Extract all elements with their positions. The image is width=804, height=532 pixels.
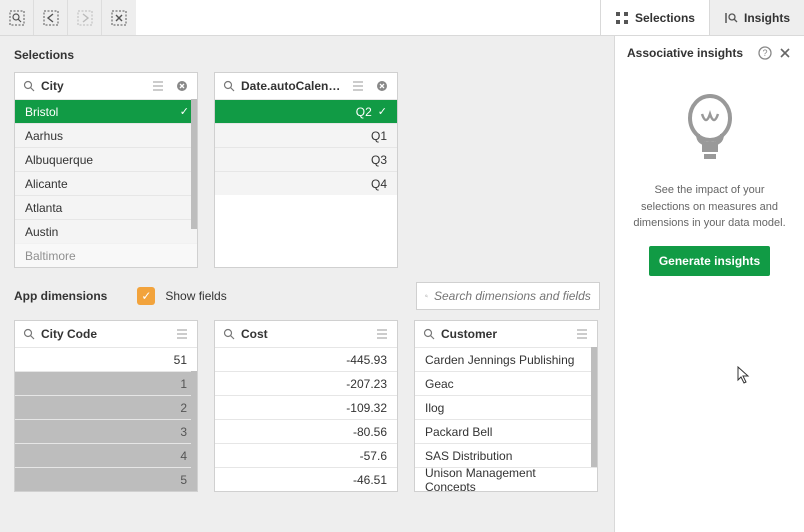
- top-tabs: Selections Insights: [600, 0, 804, 35]
- dim-tile-cost: Cost -445.93 -207.23 -109.32 -80.56 -57.…: [214, 320, 398, 492]
- clear-field-icon[interactable]: [375, 79, 389, 93]
- list-item[interactable]: -57.6: [215, 443, 397, 467]
- selections-heading: Selections: [14, 48, 600, 62]
- dimension-search-input[interactable]: [434, 289, 591, 303]
- list-item[interactable]: Q3: [215, 147, 397, 171]
- list-item[interactable]: Austin: [15, 219, 197, 243]
- tile-title: City Code: [41, 327, 165, 341]
- tab-selections[interactable]: Selections: [600, 0, 709, 35]
- list-item[interactable]: Q4: [215, 171, 397, 195]
- dim-tile-city-code: City Code 51 1 2 3 4 5: [14, 320, 198, 492]
- tile-title: Date.autoCalendar....: [241, 79, 341, 93]
- app-dimensions-bar: App dimensions ✓ Show fields: [14, 282, 600, 310]
- tile-list: Q2✓ Q1 Q3 Q4: [215, 99, 397, 195]
- clear-field-icon[interactable]: [175, 79, 189, 93]
- list-item[interactable]: -46.51: [215, 467, 397, 491]
- insights-icon: [724, 11, 738, 25]
- list-item[interactable]: Geac: [415, 371, 597, 395]
- list-item[interactable]: Albuquerque: [15, 147, 197, 171]
- tile-list: Bristol✓ Aarhus Albuquerque Alicante Atl…: [15, 99, 197, 267]
- insights-panel-title: Associative insights: [627, 46, 752, 60]
- help-icon[interactable]: ?: [758, 46, 772, 60]
- list-item[interactable]: -445.93: [215, 347, 397, 371]
- show-fields-checkbox[interactable]: ✓: [137, 287, 155, 305]
- tile-title: Cost: [241, 327, 365, 341]
- search-icon: [425, 290, 428, 302]
- list-item[interactable]: 4: [15, 443, 197, 467]
- list-item[interactable]: Q1: [215, 123, 397, 147]
- list-item[interactable]: 3: [15, 419, 197, 443]
- lightbulb-icon: [627, 88, 792, 168]
- list-item[interactable]: Carden Jennings Publishing: [415, 347, 597, 371]
- list-item[interactable]: Atlanta: [15, 195, 197, 219]
- top-toolbar: Selections Insights: [0, 0, 804, 36]
- search-icon[interactable]: [23, 80, 35, 92]
- scrollbar-thumb[interactable]: [591, 347, 597, 467]
- tab-selections-label: Selections: [635, 11, 695, 25]
- tile-list: 51 1 2 3 4 5: [15, 347, 197, 491]
- tile-list: -445.93 -207.23 -109.32 -80.56 -57.6 -46…: [215, 347, 397, 491]
- tab-insights-label: Insights: [744, 11, 790, 25]
- list-item[interactable]: Alicante: [15, 171, 197, 195]
- show-fields-label: Show fields: [165, 289, 226, 303]
- app-dimensions-label: App dimensions: [14, 289, 107, 303]
- clear-selections-icon[interactable]: [102, 0, 136, 35]
- selections-pane: Selections City: [0, 36, 614, 532]
- generate-insights-button[interactable]: Generate insights: [649, 246, 770, 276]
- list-item[interactable]: Unison Management Concepts: [415, 467, 597, 491]
- step-forward-icon[interactable]: [68, 0, 102, 35]
- svg-text:?: ?: [762, 48, 767, 58]
- list-item[interactable]: Aarhus: [15, 123, 197, 147]
- dimension-search[interactable]: [416, 282, 600, 310]
- cursor-icon: [737, 366, 792, 384]
- smart-search-icon[interactable]: [0, 0, 34, 35]
- list-item[interactable]: Packard Bell: [415, 419, 597, 443]
- list-view-icon[interactable]: [351, 79, 365, 93]
- tile-list: Carden Jennings Publishing Geac Ilog Pac…: [415, 347, 597, 491]
- selections-grid-icon: [615, 11, 629, 25]
- scrollbar-thumb[interactable]: [191, 371, 197, 491]
- selection-tile-city: City Bristol✓ Aarhus Albuquerque Alicant…: [14, 72, 198, 268]
- dim-tile-customer: Customer Carden Jennings Publishing Geac…: [414, 320, 598, 492]
- list-item[interactable]: 5: [15, 467, 197, 491]
- list-item[interactable]: -80.56: [215, 419, 397, 443]
- check-icon: ✓: [180, 105, 189, 118]
- list-view-icon[interactable]: [375, 327, 389, 341]
- selection-tool-group: [0, 0, 136, 35]
- scrollbar-thumb[interactable]: [191, 99, 197, 229]
- search-icon[interactable]: [23, 328, 35, 340]
- insights-panel: Associative insights ? See the impact of…: [614, 36, 804, 532]
- search-icon[interactable]: [223, 328, 235, 340]
- search-icon[interactable]: [423, 328, 435, 340]
- list-item[interactable]: Ilog: [415, 395, 597, 419]
- selection-tile-date: Date.autoCalendar.... Q2✓ Q1 Q3 Q4: [214, 72, 398, 268]
- list-item[interactable]: Baltimore: [15, 243, 197, 267]
- step-back-icon[interactable]: [34, 0, 68, 35]
- search-icon[interactable]: [223, 80, 235, 92]
- list-view-icon[interactable]: [575, 327, 589, 341]
- close-icon[interactable]: [778, 46, 792, 60]
- list-item[interactable]: Bristol✓: [15, 99, 197, 123]
- list-view-icon[interactable]: [175, 327, 189, 341]
- list-item[interactable]: 2: [15, 395, 197, 419]
- list-item[interactable]: SAS Distribution: [415, 443, 597, 467]
- tile-title: Customer: [441, 327, 565, 341]
- list-item[interactable]: -207.23: [215, 371, 397, 395]
- list-view-icon[interactable]: [151, 79, 165, 93]
- list-item[interactable]: Q2✓: [215, 99, 397, 123]
- check-icon: ✓: [378, 105, 387, 118]
- list-item[interactable]: 1: [15, 371, 197, 395]
- tab-insights[interactable]: Insights: [709, 0, 804, 35]
- list-item[interactable]: 51: [15, 347, 197, 371]
- list-item[interactable]: -109.32: [215, 395, 397, 419]
- insights-description: See the impact of your selections on mea…: [627, 182, 792, 232]
- tile-title: City: [41, 79, 141, 93]
